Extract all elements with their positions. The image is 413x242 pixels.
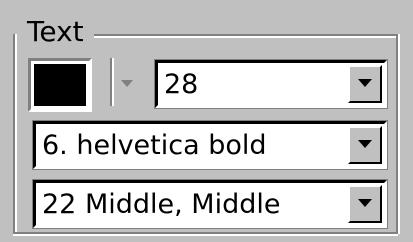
group-right-border	[396, 34, 400, 234]
group-title: Text	[27, 14, 90, 50]
group-bottom-border	[13, 232, 398, 236]
chevron-down-icon	[121, 80, 133, 87]
font-family-combo[interactable]: 6. helvetica bold	[32, 120, 388, 170]
justification-combo[interactable]: 22 Middle, Middle	[32, 179, 388, 229]
font-family-value: 6. helvetica bold	[42, 129, 267, 161]
font-size-value: 28	[164, 68, 199, 100]
text-properties-group: Text 28 6. helvetica bold 22 Middle, Mid…	[0, 0, 413, 242]
font-size-combo[interactable]: 28	[154, 59, 388, 109]
text-color-button[interactable]	[28, 58, 92, 112]
chevron-down-icon	[358, 140, 372, 148]
justification-value: 22 Middle, Middle	[42, 188, 281, 220]
color-swatch	[34, 64, 86, 106]
color-separator	[110, 58, 114, 106]
justification-dropdown-button[interactable]	[348, 185, 382, 223]
font-family-dropdown-button[interactable]	[348, 126, 382, 164]
font-size-dropdown-button[interactable]	[348, 65, 382, 103]
group-left-border	[13, 34, 17, 234]
chevron-down-icon	[358, 79, 372, 87]
group-top-border	[94, 34, 398, 38]
color-dropdown-arrow[interactable]	[110, 58, 140, 112]
chevron-down-icon	[358, 199, 372, 207]
